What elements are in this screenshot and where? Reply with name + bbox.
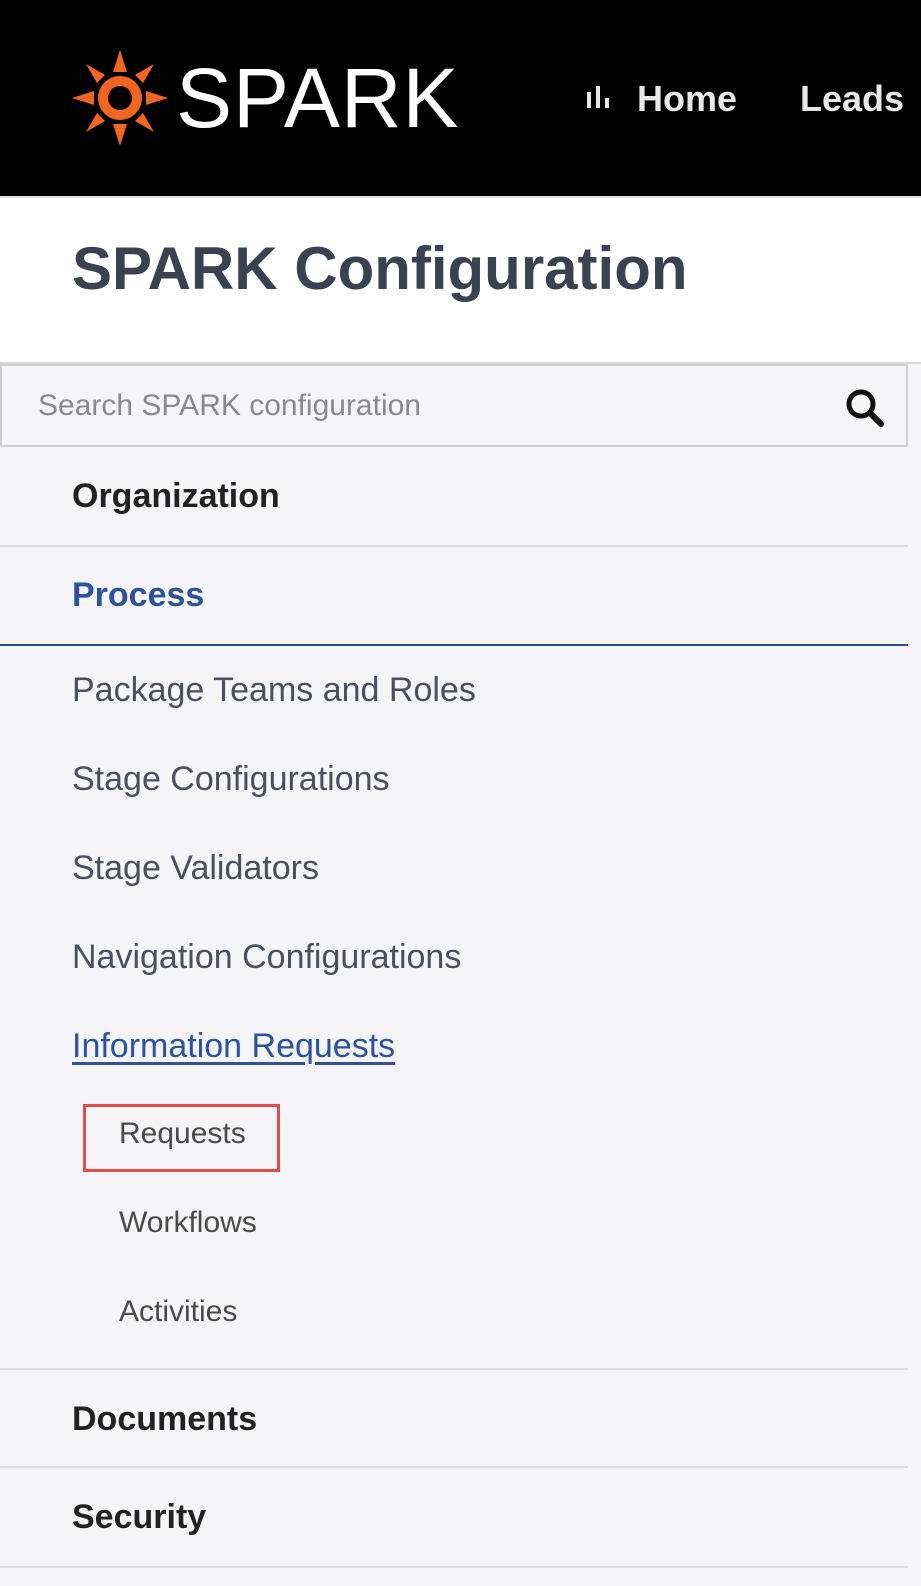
logo-text: SPARK (176, 51, 460, 145)
page-title: SPARK Configuration (72, 235, 688, 302)
top-navigation-bar: SPARK Home Leads (0, 0, 921, 196)
sidebar-section-organization[interactable]: Organization (0, 447, 908, 547)
sidebar-section-security[interactable]: Security (0, 1468, 908, 1568)
sidebar-subitem-workflows[interactable]: Workflows (119, 1205, 257, 1241)
spark-star-icon (72, 50, 168, 146)
bar-chart-icon (587, 86, 609, 108)
sidebar-section-process[interactable]: Process (0, 546, 908, 646)
section-label: Process (72, 576, 205, 614)
sidebar-subitem-requests[interactable]: Requests (119, 1116, 246, 1152)
sidebar-item-package-teams-and-roles[interactable]: Package Teams and Roles (72, 670, 476, 710)
sidebar-item-information-requests[interactable]: Information Requests (72, 1026, 395, 1066)
sidebar-item-stage-validators[interactable]: Stage Validators (72, 848, 319, 888)
nav-leads-link[interactable]: Leads (800, 75, 904, 123)
section-label: Organization (72, 477, 280, 515)
section-label: Security (72, 1498, 207, 1536)
search-icon[interactable] (845, 388, 885, 428)
section-label: Documents (72, 1400, 258, 1438)
nav-leads-label: Leads (800, 78, 905, 119)
sidebar-item-stage-configurations[interactable]: Stage Configurations (72, 759, 390, 799)
search-input[interactable] (38, 366, 818, 445)
search-bar (0, 364, 908, 447)
sidebar-subitem-activities[interactable]: Activities (119, 1294, 237, 1330)
nav-home-link[interactable]: Home (585, 75, 737, 123)
sidebar-section-documents[interactable]: Documents (0, 1368, 908, 1468)
spark-logo[interactable]: SPARK (70, 48, 459, 148)
page-header: SPARK Configuration (0, 196, 921, 364)
sidebar-item-navigation-configurations[interactable]: Navigation Configurations (72, 937, 461, 977)
nav-home-label: Home (637, 78, 738, 119)
